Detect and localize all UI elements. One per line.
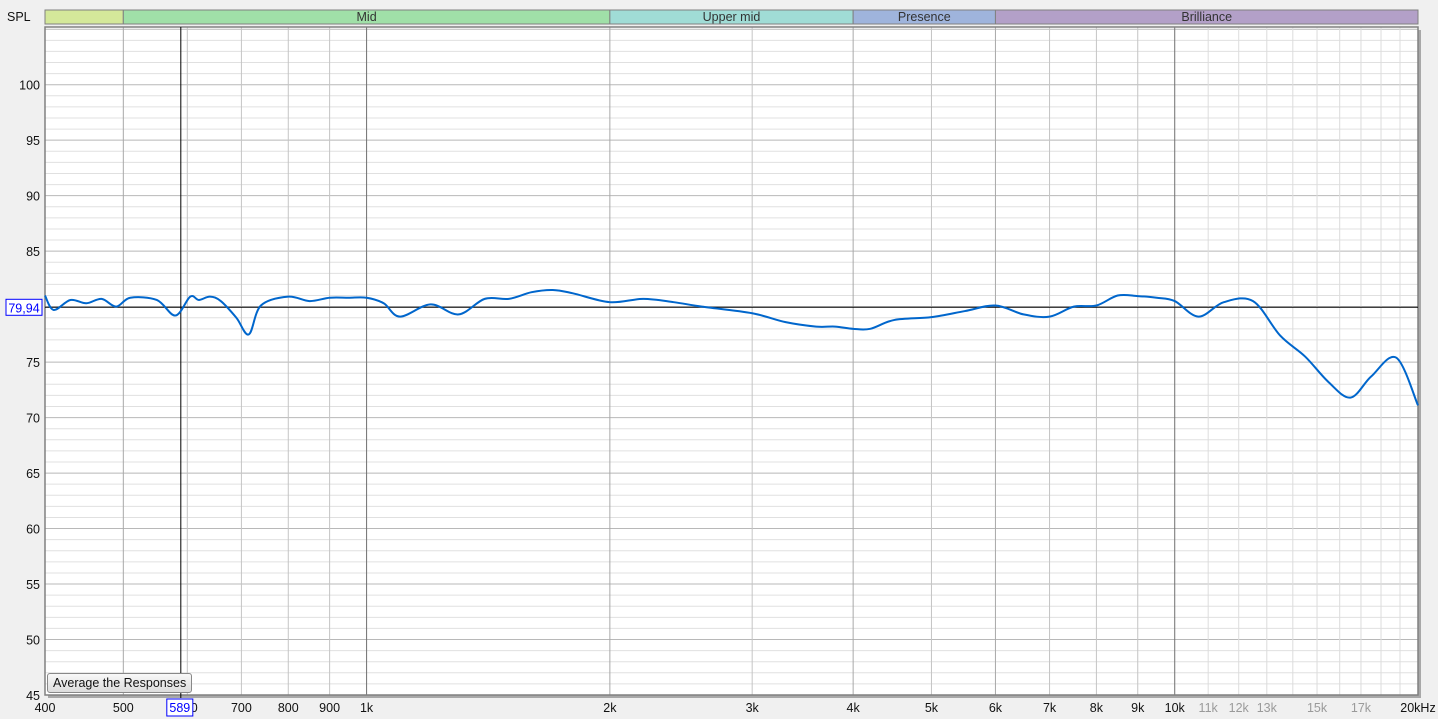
cursor-x-readout: 589 (169, 701, 190, 715)
x-tick-label: 4k (847, 701, 861, 715)
band-label: Mid (357, 10, 377, 24)
x-tick-label: 15k (1307, 701, 1328, 715)
band-label: Brilliance (1181, 10, 1232, 24)
x-tick-label: 900 (319, 701, 340, 715)
y-tick-label: 55 (26, 578, 40, 592)
x-tick-label: 400 (35, 701, 56, 715)
x-tick-label: 7k (1043, 701, 1057, 715)
x-tick-label: 2k (603, 701, 617, 715)
x-tick-label: 5k (925, 701, 939, 715)
band-0 (44, 9, 124, 25)
x-tick-label: 20kHz (1400, 701, 1435, 715)
band-label: Upper mid (703, 10, 761, 24)
y-axis-title: SPL (7, 10, 31, 24)
frequency-response-chart[interactable]: Mid Upper mid Presence BrillianceSPL4550556… (0, 0, 1438, 719)
x-tick-label: 500 (113, 701, 134, 715)
y-tick-label: 70 (26, 412, 40, 426)
y-tick-label: 75 (26, 356, 40, 370)
y-tick-label: 50 (26, 634, 40, 648)
x-tick-label: 1k (360, 701, 374, 715)
cursor-y-readout: 79,94 (8, 301, 39, 315)
y-tick-label: 60 (26, 523, 40, 537)
x-tick-label: 9k (1131, 701, 1145, 715)
band-label: Presence (898, 10, 951, 24)
x-tick-label: 8k (1090, 701, 1104, 715)
x-tick-label: 12k (1229, 701, 1250, 715)
x-tick-label: 10k (1165, 701, 1186, 715)
x-tick-label: 700 (231, 701, 252, 715)
x-tick-label: 6k (989, 701, 1003, 715)
x-tick-label: 13k (1257, 701, 1278, 715)
y-tick-label: 85 (26, 245, 40, 259)
x-tick-label: 17k (1351, 701, 1372, 715)
y-tick-label: 95 (26, 134, 40, 148)
x-tick-label: 800 (278, 701, 299, 715)
x-tick-label: 11k (1199, 701, 1219, 715)
y-tick-label: 90 (26, 190, 40, 204)
y-tick-label: 100 (19, 79, 40, 93)
y-tick-label: 65 (26, 467, 40, 481)
x-tick-label: 3k (746, 701, 760, 715)
average-responses-button[interactable]: Average the Responses (47, 673, 193, 693)
